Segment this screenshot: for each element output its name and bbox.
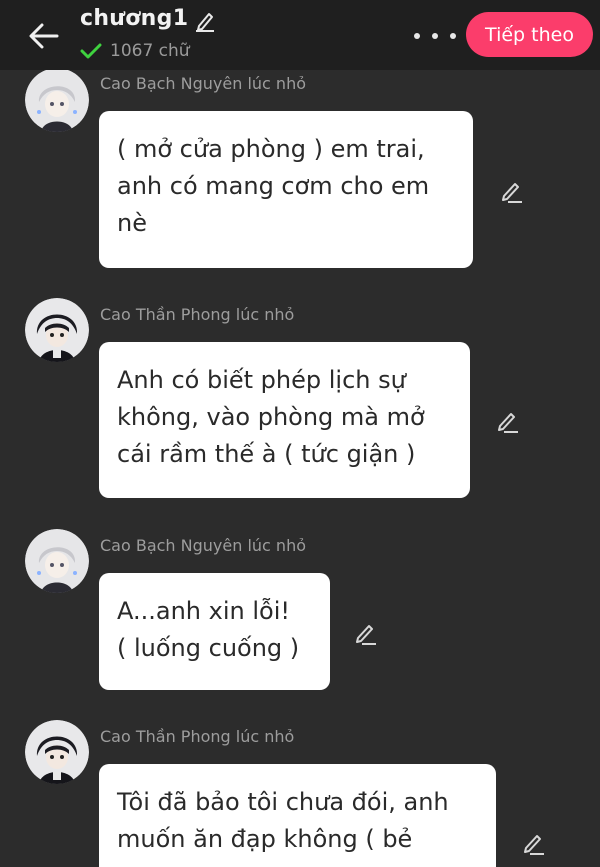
- speaker-name: Cao Bạch Nguyên lúc nhỏ: [100, 536, 306, 555]
- message-bubble[interactable]: Anh có biết phép lịch sự không, vào phòn…: [99, 342, 470, 498]
- message-line: ( luống cuống ): [117, 634, 300, 662]
- message-line: cái rầm thế à ( tức giận ): [117, 440, 416, 468]
- avatar[interactable]: [25, 68, 89, 132]
- more-options-button[interactable]: [414, 26, 456, 46]
- pencil-icon[interactable]: [520, 830, 546, 856]
- dark-hair-boy-avatar: [25, 720, 89, 784]
- speaker-name: Cao Thần Phong lúc nhỏ: [100, 305, 295, 324]
- message-line: ( mở cửa phòng ) em trai,: [117, 135, 425, 163]
- message-line: muốn ăn đạp không ( bẻ: [117, 825, 413, 853]
- avatar[interactable]: [25, 529, 89, 593]
- dark-hair-boy-avatar: [25, 298, 89, 362]
- message-line: Tôi đã bảo tôi chưa đói, anh: [117, 788, 449, 816]
- next-button[interactable]: Tiếp theo: [466, 12, 593, 57]
- message-bubble[interactable]: A...anh xin lỗi! ( luống cuống ): [99, 573, 330, 690]
- message-line: Anh có biết phép lịch sự: [117, 366, 406, 394]
- pencil-icon[interactable]: [498, 178, 524, 204]
- arrow-left-icon: [29, 23, 59, 49]
- message-line: anh có mang cơm cho em: [117, 172, 430, 200]
- word-count: 1067 chữ: [110, 41, 190, 61]
- message-bubble[interactable]: ( mở cửa phòng ) em trai, anh có mang cơ…: [99, 111, 473, 268]
- speaker-name: Cao Thần Phong lúc nhỏ: [100, 727, 295, 746]
- pencil-icon[interactable]: [194, 10, 216, 32]
- message-line: A...anh xin lỗi!: [117, 597, 290, 625]
- chapter-title: chương1: [80, 6, 189, 31]
- speaker-name: Cao Bạch Nguyên lúc nhỏ: [100, 74, 306, 93]
- checkmark-icon: [80, 43, 102, 59]
- avatar[interactable]: [25, 720, 89, 784]
- pencil-icon[interactable]: [494, 408, 520, 434]
- message-line: nè: [117, 209, 147, 237]
- silver-hair-boy-avatar: [25, 68, 89, 132]
- back-button[interactable]: [26, 18, 62, 54]
- pencil-icon[interactable]: [352, 620, 378, 646]
- more-horizontal-icon: [432, 33, 438, 39]
- top-bar: chương1 1067 chữ Tiếp theo: [0, 0, 600, 70]
- message-line: không, vào phòng mà mở: [117, 403, 425, 431]
- message-bubble[interactable]: Tôi đã bảo tôi chưa đói, anh muốn ăn đạp…: [99, 764, 496, 867]
- avatar[interactable]: [25, 298, 89, 362]
- silver-hair-boy-avatar: [25, 529, 89, 593]
- word-count-row: 1067 chữ: [80, 41, 190, 61]
- more-horizontal-icon: [414, 33, 420, 39]
- more-horizontal-icon: [450, 33, 456, 39]
